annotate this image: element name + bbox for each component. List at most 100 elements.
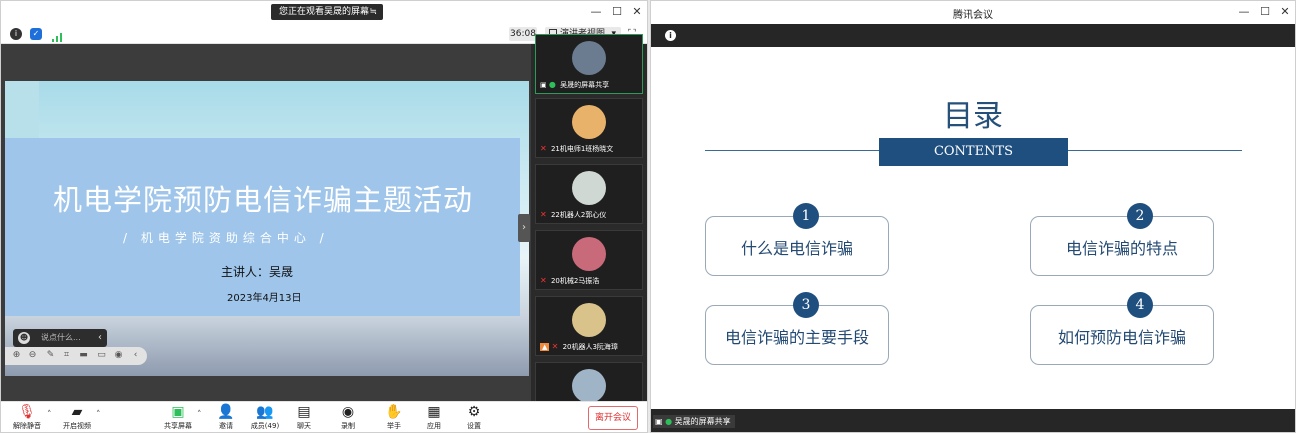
participant-name: 22机器人2郭心仪 (550, 211, 607, 219)
start-video-label: 开启视频 (63, 422, 91, 430)
video-off-icon: ▰ (71, 404, 83, 420)
apps-icon: ▦ (427, 404, 441, 420)
toc-item-text: 电信诈骗的特点 (1065, 239, 1178, 258)
bottom-bar: ▣ ● 吴晟的屏幕共享 (651, 409, 1295, 432)
toc-item-text: 如何预防电信诈骗 (1057, 328, 1186, 347)
toc-item: 如何预防电信诈骗 (1030, 305, 1214, 365)
chevron-up-icon[interactable]: ˄ (96, 410, 101, 420)
chevron-up-icon[interactable]: ˄ (197, 410, 202, 420)
maximize-button[interactable]: ☐ (1258, 5, 1272, 19)
title-bar: 您正在观看吴晟的屏幕 ≒ — ☐ ✕ (1, 1, 647, 24)
annotation-toolbar: ⊕ ⊖ ✎ ⌗ ▬ ▭ ◉ ‹ (5, 347, 147, 365)
comment-icon[interactable]: ▭ (96, 350, 107, 361)
toc-item: 电信诈骗的特点 (1030, 216, 1214, 276)
zoom-in-icon[interactable]: ⊕ (11, 350, 22, 361)
chevron-left-icon[interactable]: ‹ (98, 329, 102, 347)
screen-share-icon: ▣ (540, 81, 547, 89)
participant-tile[interactable]: ✕ 20机械2马振浩 (535, 230, 643, 290)
share-banner-text: 您正在观看吴晟的屏幕 (279, 7, 370, 17)
mic-muted-icon: 🎙 (18, 404, 36, 420)
info-icon[interactable]: i (665, 30, 676, 41)
toc-number: 2 (1127, 203, 1153, 229)
minimize-button[interactable]: — (589, 5, 603, 19)
participant-tile[interactable]: ✕ 22机器人2郭心仪 (535, 164, 643, 224)
add-user-icon: 👤 (217, 404, 235, 420)
shared-screen-area: 机电学院预防电信诈骗主题活动 / 机电学院资助综合中心 / 主讲人：吴晟 202… (1, 44, 531, 401)
participant-name: 吴晟的屏幕共享 (560, 81, 610, 89)
info-icon[interactable]: i (10, 28, 22, 40)
participant-name-row: ▲ ✕ 20机器人3阮海璋 (540, 342, 618, 352)
screen-share-label: ▣ ● 吴晟的屏幕共享 (653, 415, 735, 428)
slide-subtitle: / 机电学院资助综合中心 / (123, 231, 329, 245)
start-video-button[interactable]: ▰ 开启视频 (57, 404, 97, 431)
participant-name-row: ✕ 21机电师1班杨晓文 (540, 144, 613, 154)
apps-button[interactable]: ▦ 应用 (414, 404, 454, 431)
emoji-icon[interactable]: ☻ (18, 332, 30, 344)
toc-heading: 目录 (943, 99, 1003, 134)
signal-icon[interactable] (51, 28, 63, 42)
pen-icon[interactable]: ✎ (45, 350, 56, 361)
globe-icon[interactable]: ◉ (113, 350, 124, 361)
chat-placeholder: 说点什么... (41, 333, 81, 342)
avatar (572, 237, 606, 271)
expand-gallery-handle[interactable]: › (518, 214, 530, 242)
share-banner[interactable]: 您正在观看吴晟的屏幕 ≒ (271, 4, 383, 20)
participant-name: 20机器人3阮海璋 (562, 343, 618, 351)
toc-item-text: 电信诈骗的主要手段 (724, 328, 869, 347)
avatar (572, 369, 606, 403)
members-button[interactable]: 👥 成员(49) (245, 404, 285, 431)
zoom-out-icon[interactable]: ⊖ (27, 350, 38, 361)
meeting-timer: 36:08 (509, 27, 537, 41)
minimize-button[interactable]: — (1237, 5, 1251, 19)
shield-icon[interactable]: ✓ (30, 28, 42, 40)
mic-muted-icon: ✕ (540, 210, 547, 219)
mic-muted-icon: ✕ (540, 276, 547, 285)
unmute-button[interactable]: 🎙 解除静音 (7, 404, 47, 431)
avatar (572, 105, 606, 139)
participant-name: 20机械2马振浩 (550, 277, 600, 285)
share-menu-icon[interactable]: ≒ (369, 4, 377, 20)
participant-tile[interactable]: ▣ ● 吴晟的屏幕共享 (535, 34, 643, 94)
invite-label: 邀请 (219, 422, 233, 430)
avatar (572, 41, 606, 75)
raise-hand-button[interactable]: ✋ 举手 (374, 404, 414, 431)
participant-tile[interactable]: ▲ ✕ 20机器人3阮海璋 (535, 296, 643, 356)
quick-chat-input[interactable]: ☻ 说点什么... ‹ (13, 329, 107, 347)
window-title: 腾讯会议 (953, 10, 993, 21)
maximize-button[interactable]: ☐ (610, 5, 624, 19)
collapse-icon[interactable]: ‹ (130, 350, 141, 361)
share-screen-button[interactable]: ▣ 共享屏幕 (158, 404, 198, 431)
shared-slide: 目录 CONTENTS 什么是电信诈骗 1 电信诈骗的特点 2 电信诈骗的主要手… (651, 47, 1295, 409)
participant-name-row: ▣ ● 吴晟的屏幕共享 (540, 80, 609, 90)
invite-button[interactable]: 👤 邀请 (206, 404, 246, 431)
camera-icon[interactable]: ▬ (78, 350, 89, 361)
mic-muted-icon: ✕ (551, 342, 559, 351)
meeting-window-left: 您正在观看吴晟的屏幕 ≒ — ☐ ✕ i ✓ 36:08 演讲者视图 ▾ ⛶ 机… (0, 0, 648, 433)
hand-icon: ✋ (385, 404, 403, 420)
chat-icon: ▤ (297, 404, 311, 420)
mic-on-icon: ● (548, 80, 556, 89)
chevron-up-icon[interactable]: ˄ (47, 410, 52, 420)
participant-tile[interactable]: ✕ 21机电师1班杨晓文 (535, 98, 643, 158)
chat-button[interactable]: ▤ 聊天 (284, 404, 324, 431)
title-bar: 腾讯会议 — ☐ ✕ (651, 1, 1295, 24)
members-label: 成员(49) (250, 422, 280, 430)
slide-decoration (5, 81, 39, 141)
participant-name-row: ✕ 22机器人2郭心仪 (540, 210, 606, 220)
leave-meeting-button[interactable]: 离开会议 (588, 406, 638, 430)
record-button[interactable]: ◉ 录制 (328, 404, 368, 431)
divider (705, 150, 879, 151)
chat-label: 聊天 (297, 422, 311, 430)
mic-on-icon: ● (665, 417, 673, 426)
apps-label: 应用 (427, 422, 441, 430)
divider (1068, 150, 1242, 151)
avatar (572, 171, 606, 205)
close-button[interactable]: ✕ (1278, 5, 1292, 19)
participant-name-row: ✕ 20机械2马振浩 (540, 276, 599, 286)
slide-date: 2023年4月13日 (227, 293, 302, 304)
settings-button[interactable]: ⚙ 设置 (454, 404, 494, 431)
close-button[interactable]: ✕ (630, 5, 644, 19)
contents-band: CONTENTS (879, 138, 1068, 166)
unmute-label: 解除静音 (13, 422, 41, 430)
screenshot-icon[interactable]: ⌗ (61, 350, 72, 361)
